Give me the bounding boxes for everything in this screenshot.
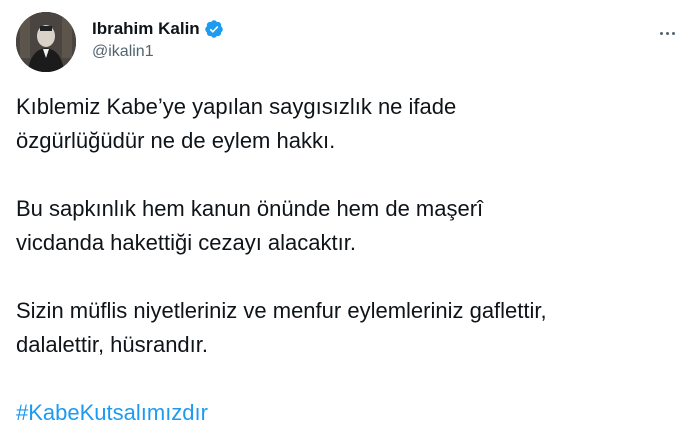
- avatar-image: [16, 12, 76, 72]
- tweet-line: Bu sapkınlık hem kanun önünde hem de maş…: [16, 196, 484, 221]
- tweet-line: Kıblemiz Kabe’ye yapılan saygısızlık ne …: [16, 94, 457, 119]
- name-row: Ibrahim Kalin: [92, 18, 224, 40]
- tweet-paragraph-3: Sizin müflis niyetleriniz ve menfur eyle…: [16, 294, 684, 362]
- verified-badge-icon: [204, 19, 224, 39]
- tweet-paragraph-1: Kıblemiz Kabe’ye yapılan saygısızlık ne …: [16, 90, 684, 158]
- avatar[interactable]: [16, 12, 76, 72]
- tweet-line: Sizin müflis niyetleriniz ve menfur eyle…: [16, 298, 547, 323]
- tweet-line: dalalettir, hüsrandır.: [16, 332, 209, 357]
- tweet-text: Kıblemiz Kabe’ye yapılan saygısızlık ne …: [16, 90, 684, 430]
- handle[interactable]: @ikalin1: [92, 43, 224, 61]
- tweet-header: Ibrahim Kalin @ikalin1: [16, 12, 684, 72]
- hashtag-link[interactable]: #KabeKutsalımızdır: [16, 396, 208, 430]
- tweet-paragraph-2: Bu sapkınlık hem kanun önünde hem de maş…: [16, 192, 684, 260]
- tweet-card: Ibrahim Kalin @ikalin1 Kıblemiz Kabe’ye …: [0, 0, 700, 442]
- author-names: Ibrahim Kalin @ikalin1: [92, 18, 224, 61]
- display-name[interactable]: Ibrahim Kalin: [92, 19, 200, 39]
- more-horizontal-icon: [659, 31, 675, 35]
- more-options-button[interactable]: [650, 16, 684, 50]
- tweet-line: vicdanda hakettiği cezayı alacaktır.: [16, 230, 356, 255]
- tweet-line: özgürlüğüdür ne de eylem hakkı.: [16, 128, 336, 153]
